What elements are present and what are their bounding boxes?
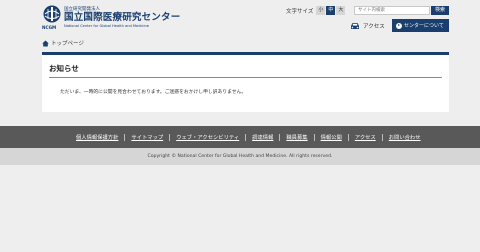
font-size-large-button[interactable]: 大: [336, 6, 346, 15]
footer-separator: [279, 133, 281, 141]
breadcrumb-home-link[interactable]: トップページ: [51, 39, 84, 47]
footer-link-recruitment[interactable]: 職員募集: [286, 133, 307, 141]
site-search-input[interactable]: [354, 6, 430, 15]
title-divider: [49, 77, 442, 78]
about-center-label: センターについて: [404, 23, 444, 29]
footer-navigation: 個人情報保護方針 サイトマップ ウェブ・アクセシビリティ 調達情報 職員募集 情…: [0, 126, 480, 148]
access-link[interactable]: アクセス: [350, 19, 388, 32]
footer-link-accessibility[interactable]: ウェブ・アクセシビリティ: [176, 133, 239, 141]
page-title: お知らせ: [49, 64, 79, 73]
breadcrumb: トップページ: [42, 39, 84, 47]
font-size-medium-button[interactable]: 中: [326, 6, 336, 15]
footer-link-contact[interactable]: お問い合わせ: [389, 133, 421, 141]
footer-separator: [124, 133, 126, 141]
footer-links: 個人情報保護方針 サイトマップ ウェブ・アクセシビリティ 調達情報 職員募集 情…: [76, 132, 421, 142]
access-link-label: アクセス: [363, 23, 385, 30]
logo-org-english: National Center for Global Health and Me…: [64, 24, 149, 28]
arrow-right-circle-icon: [396, 22, 402, 29]
footer-link-sitemap[interactable]: サイトマップ: [131, 133, 163, 141]
font-size-switcher: 文字サイズ 小 中 大: [286, 6, 346, 15]
site-header: NCGM 国立研究開発法人 国立国際医療研究センター National Cent…: [0, 0, 480, 34]
site-logo[interactable]: NCGM 国立研究開発法人 国立国際医療研究センター National Cent…: [42, 4, 181, 30]
home-icon: [42, 40, 49, 46]
about-center-button[interactable]: センターについて: [392, 19, 449, 32]
footer-separator: [347, 133, 349, 141]
search-button[interactable]: 検索: [431, 6, 449, 15]
copyright-notice: Copyright © National Center for Global H…: [0, 148, 480, 165]
logo-abbreviation: NCGM: [42, 25, 57, 30]
footer-link-privacy-policy[interactable]: 個人情報保護方針: [76, 133, 118, 141]
notice-message: ただいま、一時的に公開を見合わせております。ご迷惑をおかけし申し訳ありません。: [60, 90, 247, 95]
font-size-label: 文字サイズ: [286, 8, 314, 15]
footer-link-access[interactable]: アクセス: [355, 133, 376, 141]
footer-link-procurement[interactable]: 調達情報: [252, 133, 273, 141]
logo-org-name: 国立国際医療研究センター: [64, 12, 181, 23]
footer-separator: [381, 133, 383, 141]
footer-link-disclosure[interactable]: 情報公開: [321, 133, 342, 141]
footer-separator: [169, 133, 171, 141]
font-size-small-button[interactable]: 小: [316, 6, 326, 15]
car-icon: [351, 22, 359, 29]
footer-separator: [313, 133, 315, 141]
footer-separator: [245, 133, 247, 141]
notice-panel: お知らせ ただいま、一時的に公開を見合わせております。ご迷惑をおかけし申し訳あり…: [42, 52, 449, 112]
